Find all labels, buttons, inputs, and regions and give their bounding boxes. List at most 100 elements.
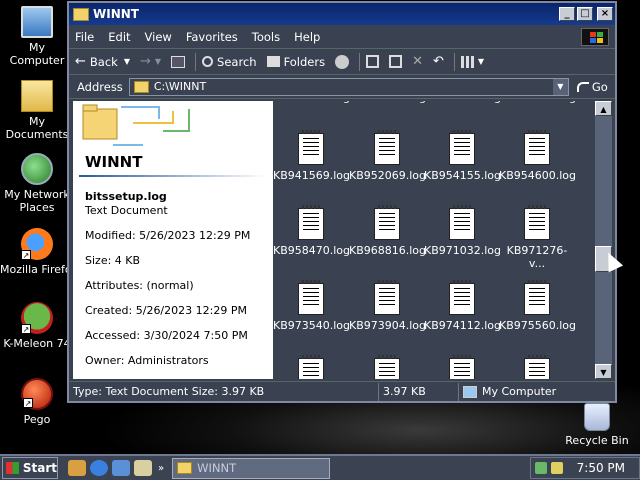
menu-favorites[interactable]: Favorites xyxy=(186,30,238,44)
menu-bar: File Edit View Favorites Tools Help xyxy=(69,25,615,49)
file-item[interactable]: KB941569.log xyxy=(273,130,350,182)
tray-volume-icon[interactable] xyxy=(550,462,563,474)
maximize-button[interactable]: □ xyxy=(577,7,593,21)
forward-dropdown-icon[interactable]: ▼ xyxy=(155,57,161,66)
file-details: bitssetup.log Text Document Modified: 5/… xyxy=(85,190,250,379)
file-label: KB971276-v... xyxy=(506,244,568,270)
title-bar[interactable]: WINNT _ □ × xyxy=(69,3,615,25)
desktop-icon-kmeleon[interactable]: ↗ K-Meleon 74 xyxy=(0,302,74,350)
file-item[interactable]: KB973904.log xyxy=(349,280,426,332)
desktop-icon-firefox[interactable]: ↗ Mozilla Firefox xyxy=(0,228,74,276)
menu-help[interactable]: Help xyxy=(294,30,320,44)
file-item[interactable]: KB950749.log xyxy=(424,101,501,104)
tray-network-icon[interactable] xyxy=(534,462,547,474)
move-to-button[interactable] xyxy=(366,55,380,68)
quicklaunch-ie-icon[interactable] xyxy=(90,460,108,476)
file-item[interactable]: KB971032.log xyxy=(424,205,501,257)
file-label: KB954600.log xyxy=(499,169,577,182)
firefox-icon: ↗ xyxy=(21,228,53,260)
scroll-up-button[interactable]: ▲ xyxy=(595,101,612,116)
quicklaunch-more-icon[interactable]: » xyxy=(158,463,164,474)
up-folder-icon xyxy=(171,55,186,68)
file-item[interactable]: KB952069.log xyxy=(349,130,426,182)
text-document-icon xyxy=(298,355,324,379)
taskbar: Start » WINNT 7:50 PM xyxy=(0,454,640,480)
file-item[interactable]: KB974112.log xyxy=(424,280,501,332)
start-button[interactable]: Start xyxy=(2,457,58,479)
file-item[interactable] xyxy=(424,355,500,379)
text-document-icon xyxy=(374,280,400,315)
back-button[interactable]: ← Back ▼ xyxy=(75,54,130,69)
text-document-icon xyxy=(374,355,400,379)
views-button[interactable]: ▼ xyxy=(460,55,484,68)
delete-button[interactable]: ✕ xyxy=(412,54,423,69)
shortcut-arrow-icon: ↗ xyxy=(21,324,31,334)
file-accessed: Accessed: 3/30/2024 7:50 PM xyxy=(85,329,248,342)
file-type: Text Document xyxy=(85,204,168,217)
quicklaunch-outlook-icon[interactable] xyxy=(112,460,130,476)
file-item[interactable] xyxy=(499,355,575,379)
file-item[interactable] xyxy=(349,355,425,379)
windows-logo-icon xyxy=(581,27,609,46)
file-item[interactable]: KB954155.log xyxy=(424,130,501,182)
history-button[interactable] xyxy=(335,54,350,69)
desktop-icon-my-network-places[interactable]: My Network Places xyxy=(0,153,74,214)
file-item[interactable]: KB971276-v... xyxy=(499,205,575,270)
pego-icon: ↗ xyxy=(21,378,53,410)
menu-edit[interactable]: Edit xyxy=(108,30,130,44)
go-button[interactable]: Go xyxy=(576,80,608,94)
undo-button[interactable]: ↶ xyxy=(433,54,444,69)
desktop-icon-recycle-bin[interactable]: Recycle Bin xyxy=(560,403,634,447)
computer-icon xyxy=(463,385,477,398)
desktop-icon-pego[interactable]: ↗ Pego xyxy=(0,378,74,426)
scroll-down-button[interactable]: ▼ xyxy=(595,364,612,379)
file-item[interactable]: KB941568.log xyxy=(273,101,350,104)
clock[interactable]: 7:50 PM xyxy=(577,461,625,475)
copy-to-button[interactable] xyxy=(389,55,403,68)
menu-view[interactable]: View xyxy=(145,30,172,44)
shortcut-arrow-icon: ↗ xyxy=(23,398,33,408)
copy-to-icon xyxy=(389,55,403,68)
forward-button[interactable]: → ▼ xyxy=(140,54,161,69)
address-field[interactable]: C:\WINNT ▼ xyxy=(128,77,569,96)
folders-label: Folders xyxy=(283,54,326,69)
taskbar-button-winnt[interactable]: WINNT xyxy=(172,457,331,479)
desktop-icon-label: My Network Places xyxy=(4,188,70,214)
folder-icon xyxy=(177,462,193,474)
text-document-icon xyxy=(374,130,400,165)
folders-button[interactable]: Folders xyxy=(266,54,326,69)
folder-icon xyxy=(73,7,89,21)
windows-flag-icon xyxy=(6,462,19,474)
file-item[interactable] xyxy=(273,355,349,379)
close-button[interactable]: × xyxy=(597,7,613,21)
file-item[interactable]: KB958470.log xyxy=(273,205,350,257)
file-list: KB941568.logKB947864.logKB950749.logKB95… xyxy=(273,101,595,379)
quicklaunch-search-icon[interactable] xyxy=(134,460,152,476)
menu-file[interactable]: File xyxy=(75,30,94,44)
file-item[interactable]: KB947864.log xyxy=(349,101,426,104)
file-modified: Modified: 5/26/2023 12:29 PM xyxy=(85,229,251,242)
file-item[interactable]: KB950974.log xyxy=(499,101,576,104)
file-item[interactable]: KB954600.log xyxy=(499,130,577,182)
desktop-icon-my-computer[interactable]: My Computer xyxy=(0,6,74,67)
address-value: C:\WINNT xyxy=(153,80,207,93)
back-dropdown-icon[interactable]: ▼ xyxy=(124,57,130,66)
go-arrow-icon xyxy=(576,81,589,92)
desktop-icon-label: Pego xyxy=(23,413,51,426)
vertical-scrollbar[interactable]: ▲ ▼ xyxy=(595,101,612,379)
file-item[interactable]: KB975560.log xyxy=(499,280,576,332)
file-item[interactable]: KB968816.log xyxy=(349,205,427,257)
text-document-icon xyxy=(524,355,550,379)
file-label: KB968816.log xyxy=(349,244,427,257)
desktop-icon-label: Recycle Bin xyxy=(565,434,629,447)
up-folder-button[interactable] xyxy=(171,55,186,68)
minimize-button[interactable]: _ xyxy=(559,7,575,21)
quicklaunch-desktop-icon[interactable] xyxy=(68,460,86,476)
file-item[interactable]: KB973540.log xyxy=(273,280,350,332)
desktop-icon-my-documents[interactable]: My Documents xyxy=(0,80,74,141)
address-dropdown-icon[interactable]: ▼ xyxy=(552,78,568,95)
views-icon xyxy=(460,55,475,68)
menu-tools[interactable]: Tools xyxy=(252,30,280,44)
status-size: 3.97 KB xyxy=(379,382,459,401)
search-button[interactable]: Search xyxy=(202,55,257,69)
